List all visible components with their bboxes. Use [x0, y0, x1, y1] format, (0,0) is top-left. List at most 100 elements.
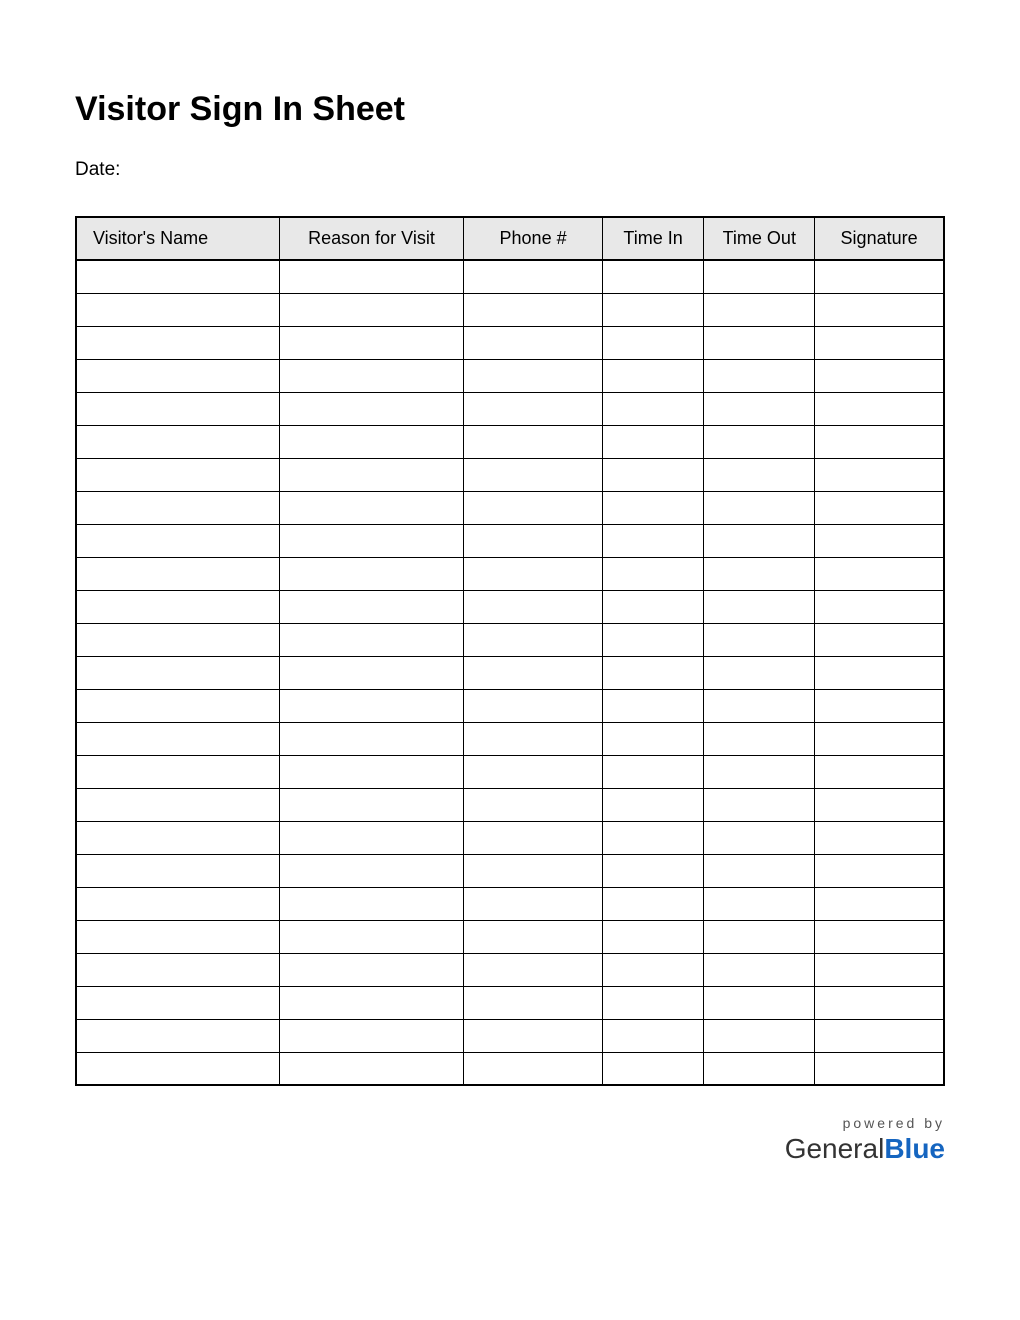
table-cell [76, 1019, 279, 1052]
table-cell [602, 887, 704, 920]
table-cell [704, 392, 815, 425]
table-cell [815, 854, 944, 887]
date-label: Date: [75, 159, 945, 181]
table-cell [704, 524, 815, 557]
table-cell [76, 722, 279, 755]
table-cell [815, 788, 944, 821]
table-cell [76, 854, 279, 887]
table-cell [815, 722, 944, 755]
table-cell [279, 788, 464, 821]
table-cell [464, 788, 603, 821]
table-cell [464, 722, 603, 755]
table-cell [464, 491, 603, 524]
table-row [76, 260, 944, 293]
table-cell [464, 854, 603, 887]
table-cell [76, 425, 279, 458]
table-cell [704, 821, 815, 854]
powered-by-label: powered by [785, 1115, 945, 1131]
table-row [76, 920, 944, 953]
table-cell [704, 623, 815, 656]
table-cell [279, 392, 464, 425]
table-row [76, 293, 944, 326]
table-cell [815, 656, 944, 689]
table-row [76, 458, 944, 491]
table-cell [815, 821, 944, 854]
table-row [76, 326, 944, 359]
table-cell [815, 1052, 944, 1085]
table-cell [76, 1052, 279, 1085]
table-cell [76, 260, 279, 293]
table-cell [76, 755, 279, 788]
brand-part1: General [785, 1133, 885, 1164]
table-cell [279, 920, 464, 953]
table-cell [704, 557, 815, 590]
table-cell [602, 854, 704, 887]
table-cell [704, 1019, 815, 1052]
table-cell [279, 755, 464, 788]
table-row [76, 491, 944, 524]
table-cell [602, 557, 704, 590]
table-cell [704, 854, 815, 887]
table-cell [815, 986, 944, 1019]
table-cell [279, 689, 464, 722]
table-cell [815, 920, 944, 953]
table-cell [704, 458, 815, 491]
table-cell [464, 425, 603, 458]
table-cell [464, 260, 603, 293]
table-cell [279, 293, 464, 326]
table-cell [76, 359, 279, 392]
table-row [76, 557, 944, 590]
table-cell [279, 491, 464, 524]
brand-logo: GeneralBlue [785, 1133, 945, 1165]
brand-part2: Blue [884, 1133, 945, 1164]
table-cell [704, 953, 815, 986]
table-row [76, 623, 944, 656]
table-row [76, 821, 944, 854]
table-cell [815, 887, 944, 920]
table-cell [815, 425, 944, 458]
table-cell [602, 623, 704, 656]
table-cell [279, 887, 464, 920]
table-cell [464, 821, 603, 854]
table-cell [279, 623, 464, 656]
table-cell [464, 755, 603, 788]
table-row [76, 788, 944, 821]
table-cell [602, 986, 704, 1019]
table-cell [76, 656, 279, 689]
table-row [76, 986, 944, 1019]
table-cell [704, 260, 815, 293]
table-cell [815, 755, 944, 788]
table-cell [76, 623, 279, 656]
table-cell [704, 986, 815, 1019]
table-row [76, 854, 944, 887]
footer: powered by GeneralBlue [785, 1115, 945, 1165]
table-cell [279, 458, 464, 491]
table-cell [602, 755, 704, 788]
table-cell [602, 326, 704, 359]
table-cell [815, 359, 944, 392]
signin-table: Visitor's Name Reason for Visit Phone # … [75, 216, 945, 1086]
table-cell [279, 524, 464, 557]
column-header-signature: Signature [815, 217, 944, 260]
table-cell [76, 458, 279, 491]
table-cell [464, 293, 603, 326]
table-header-row: Visitor's Name Reason for Visit Phone # … [76, 217, 944, 260]
table-cell [76, 491, 279, 524]
table-cell [602, 590, 704, 623]
table-cell [704, 755, 815, 788]
table-cell [279, 656, 464, 689]
table-cell [602, 1019, 704, 1052]
table-cell [815, 623, 944, 656]
table-cell [815, 590, 944, 623]
table-cell [279, 1052, 464, 1085]
table-cell [464, 689, 603, 722]
table-cell [464, 1052, 603, 1085]
table-cell [464, 986, 603, 1019]
table-row [76, 755, 944, 788]
table-cell [76, 887, 279, 920]
table-cell [704, 293, 815, 326]
table-cell [815, 689, 944, 722]
table-cell [279, 986, 464, 1019]
table-cell [704, 590, 815, 623]
table-cell [602, 722, 704, 755]
